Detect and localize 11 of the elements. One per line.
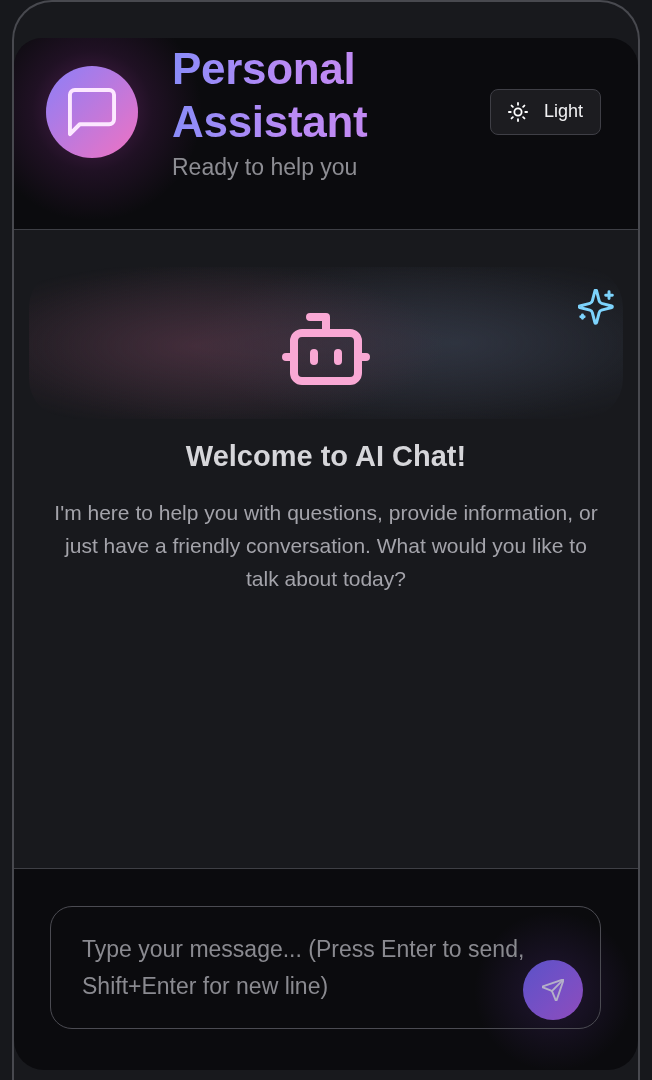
send-button[interactable]	[523, 960, 583, 1020]
send-icon	[542, 979, 564, 1001]
theme-toggle-button[interactable]: Light	[490, 88, 601, 135]
robot-icon	[282, 313, 370, 385]
chat-bubble-icon	[46, 65, 138, 158]
message-input[interactable]: Type your message... (Press Enter to send, Shift+Enter for new line)	[50, 906, 601, 1029]
sun-icon	[507, 101, 528, 122]
sparkle-icon	[578, 289, 614, 325]
welcome-title: Welcome to AI Chat!	[185, 439, 467, 474]
app-subtitle: Ready to help you	[172, 152, 359, 182]
welcome-message: I'm here to help you with questions, provide information, or just have a friendly conversation. What would you like to talk about today?	[53, 500, 599, 592]
